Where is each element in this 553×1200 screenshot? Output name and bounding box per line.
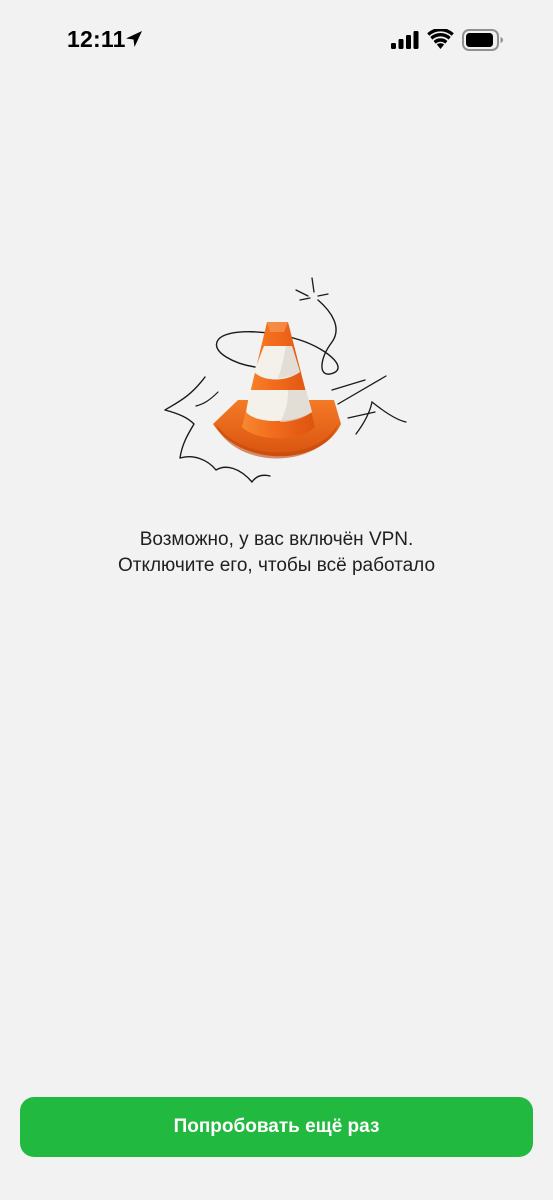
location-arrow-icon <box>126 31 142 47</box>
message-line-2: Отключите его, чтобы всё работало <box>117 555 436 576</box>
status-time: 12:11 <box>67 26 126 52</box>
retry-button[interactable]: Попробовать ещё раз <box>20 1097 533 1157</box>
traffic-cone-icon <box>164 277 407 483</box>
wifi-icon <box>427 29 454 49</box>
status-bar: 12:11 <box>0 0 553 82</box>
message-line-1: Возможно, у вас включён VPN. <box>139 529 414 550</box>
vpn-warning-message: Возможно, у вас включён VPN. Отключите е… <box>40 527 513 579</box>
burst-doodle-inner <box>195 391 219 407</box>
lines-doodle <box>331 375 407 435</box>
spark-doodle <box>295 277 329 301</box>
battery-icon <box>462 29 503 51</box>
cellular-signal-icon <box>391 31 419 49</box>
